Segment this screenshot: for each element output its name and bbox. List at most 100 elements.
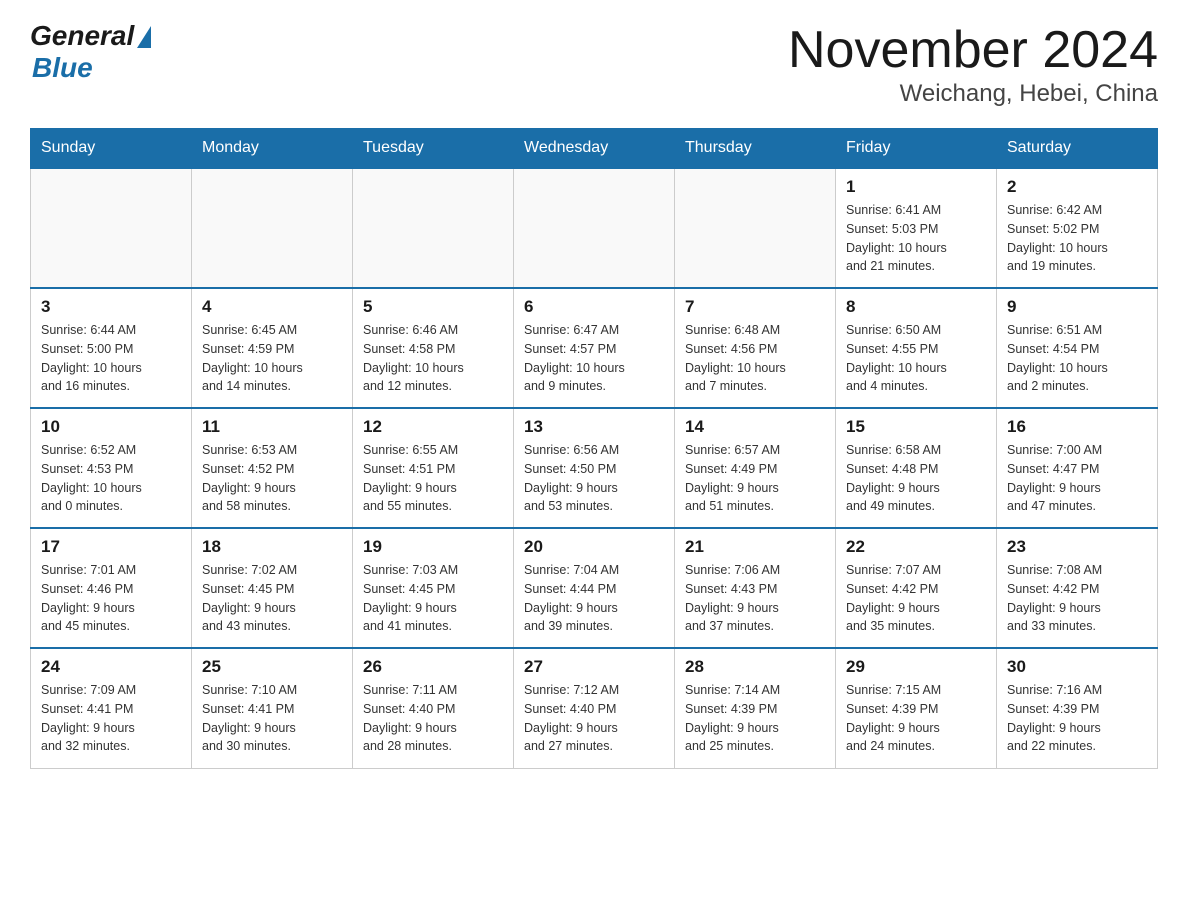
calendar-cell: 20 Sunrise: 7:04 AM Sunset: 4:44 PM Dayli… <box>514 528 675 648</box>
day-number: 4 <box>202 297 342 317</box>
calendar-cell: 22 Sunrise: 7:07 AM Sunset: 4:42 PM Dayli… <box>836 528 997 648</box>
calendar-cell: 28 Sunrise: 7:14 AM Sunset: 4:39 PM Dayli… <box>675 648 836 768</box>
day-number: 3 <box>41 297 181 317</box>
calendar-subtitle: Weichang, Hebei, China <box>788 80 1158 108</box>
day-info: Sunrise: 6:45 AM Sunset: 4:59 PM Dayligh… <box>202 321 342 396</box>
day-number: 11 <box>202 417 342 437</box>
calendar-cell: 6 Sunrise: 6:47 AM Sunset: 4:57 PM Daylig… <box>514 288 675 408</box>
day-number: 27 <box>524 657 664 677</box>
header-saturday: Saturday <box>997 129 1158 169</box>
calendar-cell: 26Sunrise: 7:11 AM Sunset: 4:40 PM Dayli… <box>353 648 514 768</box>
header-tuesday: Tuesday <box>353 129 514 169</box>
day-number: 28 <box>685 657 825 677</box>
day-info: Sunrise: 6:41 AM Sunset: 5:03 PM Dayligh… <box>846 201 986 276</box>
day-info: Sunrise: 6:48 AM Sunset: 4:56 PM Dayligh… <box>685 321 825 396</box>
day-number: 20 <box>524 537 664 557</box>
calendar-cell: 11 Sunrise: 6:53 AM Sunset: 4:52 PM Dayli… <box>192 408 353 528</box>
day-info: Sunrise: 7:06 AM Sunset: 4:43 PM Dayligh… <box>685 561 825 636</box>
day-number: 6 <box>524 297 664 317</box>
calendar-cell: 29 Sunrise: 7:15 AM Sunset: 4:39 PM Dayli… <box>836 648 997 768</box>
day-info: Sunrise: 6:44 AM Sunset: 5:00 PM Dayligh… <box>41 321 181 396</box>
day-info: Sunrise: 6:46 AM Sunset: 4:58 PM Dayligh… <box>363 321 503 396</box>
day-info: Sunrise: 6:47 AM Sunset: 4:57 PM Dayligh… <box>524 321 664 396</box>
calendar-cell: 16 Sunrise: 7:00 AM Sunset: 4:47 PM Dayli… <box>997 408 1158 528</box>
day-number: 8 <box>846 297 986 317</box>
day-info: Sunrise: 7:16 AM Sunset: 4:39 PM Dayligh… <box>1007 681 1147 756</box>
calendar-cell: 14 Sunrise: 6:57 AM Sunset: 4:49 PM Dayli… <box>675 408 836 528</box>
calendar-cell <box>353 168 514 288</box>
day-number: 19 <box>363 537 503 557</box>
day-info: Sunrise: 7:00 AM Sunset: 4:47 PM Dayligh… <box>1007 441 1147 516</box>
calendar-cell: 12 Sunrise: 6:55 AM Sunset: 4:51 PM Dayli… <box>353 408 514 528</box>
header-wednesday: Wednesday <box>514 129 675 169</box>
calendar-cell: 8 Sunrise: 6:50 AM Sunset: 4:55 PM Daylig… <box>836 288 997 408</box>
calendar-cell: 9 Sunrise: 6:51 AM Sunset: 4:54 PM Daylig… <box>997 288 1158 408</box>
day-number: 14 <box>685 417 825 437</box>
calendar-cell <box>31 168 192 288</box>
calendar-cell <box>675 168 836 288</box>
day-number: 24 <box>41 657 181 677</box>
day-number: 17 <box>41 537 181 557</box>
day-info: Sunrise: 7:11 AM Sunset: 4:40 PM Dayligh… <box>363 681 503 756</box>
calendar-cell: 10 Sunrise: 6:52 AM Sunset: 4:53 PM Dayli… <box>31 408 192 528</box>
day-info: Sunrise: 6:56 AM Sunset: 4:50 PM Dayligh… <box>524 441 664 516</box>
day-info: Sunrise: 7:09 AM Sunset: 4:41 PM Dayligh… <box>41 681 181 756</box>
calendar-cell: 2 Sunrise: 6:42 AM Sunset: 5:02 PM Daylig… <box>997 168 1158 288</box>
calendar-cell: 18 Sunrise: 7:02 AM Sunset: 4:45 PM Dayli… <box>192 528 353 648</box>
calendar-cell: 27 Sunrise: 7:12 AM Sunset: 4:40 PM Dayli… <box>514 648 675 768</box>
calendar-cell: 30Sunrise: 7:16 AM Sunset: 4:39 PM Dayli… <box>997 648 1158 768</box>
logo-blue-text: Blue <box>32 52 93 84</box>
page-header: General Blue November 2024 Weichang, Heb… <box>30 20 1158 108</box>
header-monday: Monday <box>192 129 353 169</box>
day-number: 2 <box>1007 177 1147 197</box>
day-number: 1 <box>846 177 986 197</box>
title-section: November 2024 Weichang, Hebei, China <box>788 20 1158 108</box>
day-info: Sunrise: 7:12 AM Sunset: 4:40 PM Dayligh… <box>524 681 664 756</box>
calendar-cell: 17 Sunrise: 7:01 AM Sunset: 4:46 PM Dayli… <box>31 528 192 648</box>
day-info: Sunrise: 6:50 AM Sunset: 4:55 PM Dayligh… <box>846 321 986 396</box>
day-info: Sunrise: 7:10 AM Sunset: 4:41 PM Dayligh… <box>202 681 342 756</box>
day-info: Sunrise: 6:42 AM Sunset: 5:02 PM Dayligh… <box>1007 201 1147 276</box>
calendar-cell: 24 Sunrise: 7:09 AM Sunset: 4:41 PM Dayli… <box>31 648 192 768</box>
header-friday: Friday <box>836 129 997 169</box>
day-info: Sunrise: 6:53 AM Sunset: 4:52 PM Dayligh… <box>202 441 342 516</box>
calendar-header-row: SundayMondayTuesdayWednesdayThursdayFrid… <box>31 129 1158 169</box>
day-number: 18 <box>202 537 342 557</box>
day-number: 10 <box>41 417 181 437</box>
calendar-table: SundayMondayTuesdayWednesdayThursdayFrid… <box>30 128 1158 769</box>
calendar-cell: 7Sunrise: 6:48 AM Sunset: 4:56 PM Daylig… <box>675 288 836 408</box>
day-info: Sunrise: 7:04 AM Sunset: 4:44 PM Dayligh… <box>524 561 664 636</box>
day-info: Sunrise: 6:55 AM Sunset: 4:51 PM Dayligh… <box>363 441 503 516</box>
calendar-cell: 19Sunrise: 7:03 AM Sunset: 4:45 PM Dayli… <box>353 528 514 648</box>
calendar-cell: 5Sunrise: 6:46 AM Sunset: 4:58 PM Daylig… <box>353 288 514 408</box>
day-number: 22 <box>846 537 986 557</box>
logo-triangle-icon <box>137 26 151 48</box>
day-info: Sunrise: 6:57 AM Sunset: 4:49 PM Dayligh… <box>685 441 825 516</box>
day-info: Sunrise: 7:02 AM Sunset: 4:45 PM Dayligh… <box>202 561 342 636</box>
day-info: Sunrise: 6:52 AM Sunset: 4:53 PM Dayligh… <box>41 441 181 516</box>
day-info: Sunrise: 7:01 AM Sunset: 4:46 PM Dayligh… <box>41 561 181 636</box>
day-info: Sunrise: 6:51 AM Sunset: 4:54 PM Dayligh… <box>1007 321 1147 396</box>
calendar-cell: 21Sunrise: 7:06 AM Sunset: 4:43 PM Dayli… <box>675 528 836 648</box>
day-number: 15 <box>846 417 986 437</box>
day-info: Sunrise: 7:07 AM Sunset: 4:42 PM Dayligh… <box>846 561 986 636</box>
day-info: Sunrise: 7:14 AM Sunset: 4:39 PM Dayligh… <box>685 681 825 756</box>
day-number: 16 <box>1007 417 1147 437</box>
day-number: 25 <box>202 657 342 677</box>
calendar-week-5: 24 Sunrise: 7:09 AM Sunset: 4:41 PM Dayli… <box>31 648 1158 768</box>
logo-general-text: General <box>30 20 134 52</box>
day-info: Sunrise: 7:15 AM Sunset: 4:39 PM Dayligh… <box>846 681 986 756</box>
calendar-cell: 1 Sunrise: 6:41 AM Sunset: 5:03 PM Daylig… <box>836 168 997 288</box>
logo: General Blue <box>30 20 151 84</box>
day-number: 12 <box>363 417 503 437</box>
header-thursday: Thursday <box>675 129 836 169</box>
calendar-cell <box>514 168 675 288</box>
calendar-cell: 4 Sunrise: 6:45 AM Sunset: 4:59 PM Daylig… <box>192 288 353 408</box>
calendar-cell: 25 Sunrise: 7:10 AM Sunset: 4:41 PM Dayli… <box>192 648 353 768</box>
calendar-cell: 3 Sunrise: 6:44 AM Sunset: 5:00 PM Daylig… <box>31 288 192 408</box>
calendar-cell: 23Sunrise: 7:08 AM Sunset: 4:42 PM Dayli… <box>997 528 1158 648</box>
day-number: 29 <box>846 657 986 677</box>
day-number: 9 <box>1007 297 1147 317</box>
calendar-week-4: 17 Sunrise: 7:01 AM Sunset: 4:46 PM Dayli… <box>31 528 1158 648</box>
header-sunday: Sunday <box>31 129 192 169</box>
